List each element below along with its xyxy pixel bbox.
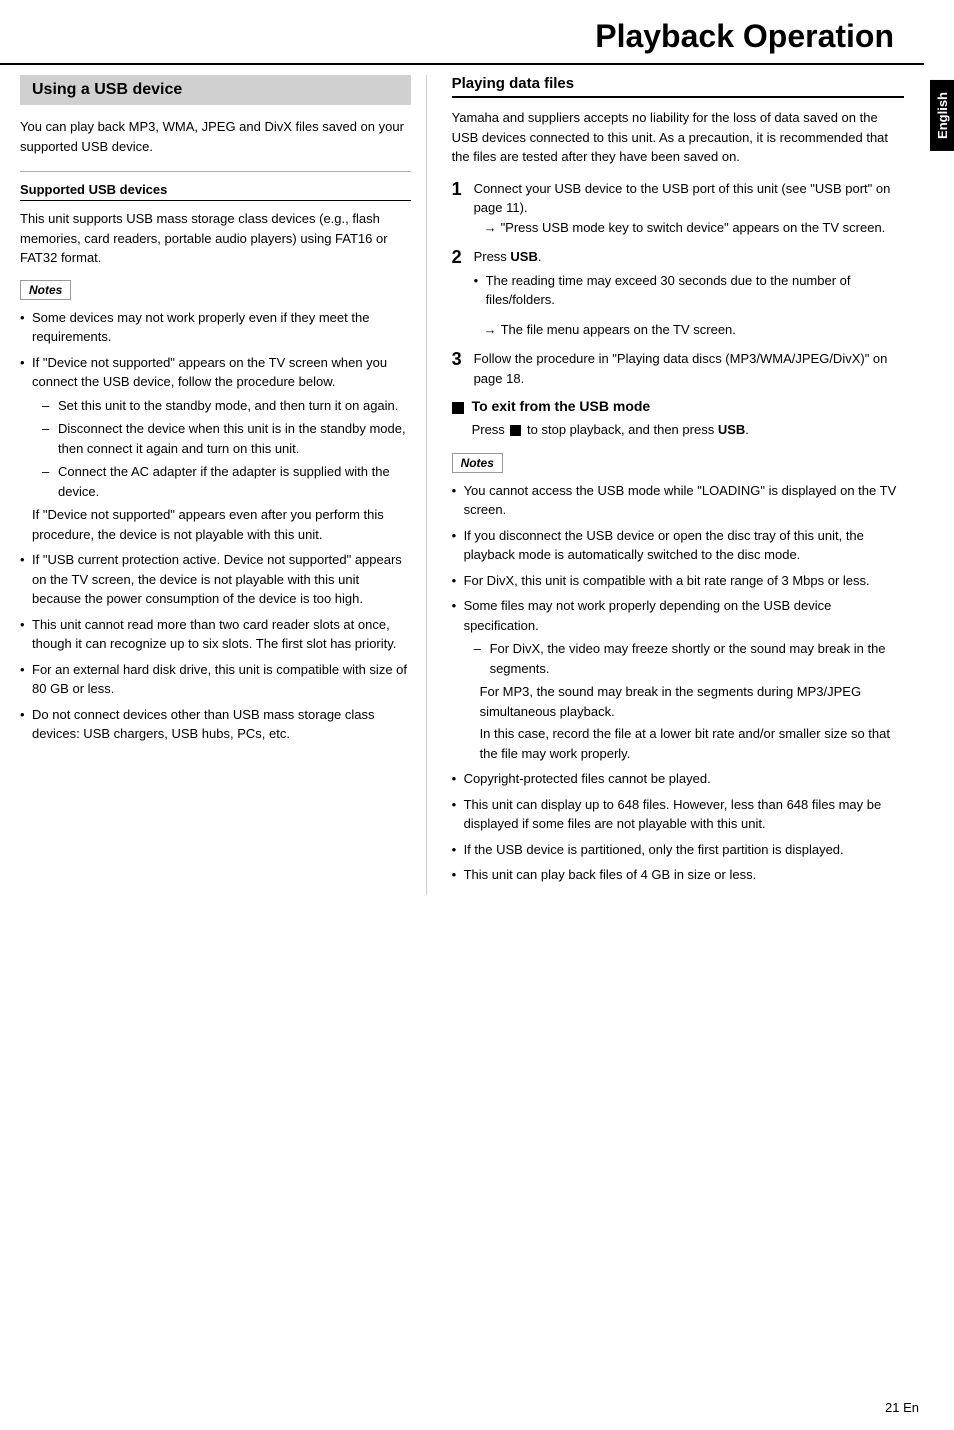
list-item: Disconnect the device when this unit is …	[42, 419, 411, 458]
list-item: For DivX, the video may freeze shortly o…	[474, 639, 904, 678]
list-item: This unit can display up to 648 files. H…	[452, 795, 904, 834]
step-number-3: 3	[452, 349, 474, 371]
page-title: Playback Operation	[595, 18, 894, 54]
page-header: Playback Operation	[0, 0, 924, 65]
english-tab: English	[930, 80, 954, 151]
list-item: In this case, record the file at a lower…	[480, 724, 904, 763]
list-item: Some files may not work properly dependi…	[452, 596, 904, 763]
sub-list: Set this unit to the standby mode, and t…	[42, 396, 411, 502]
list-item: If "USB current protection active. Devic…	[20, 550, 411, 609]
playing-intro: Yamaha and suppliers accepts no liabilit…	[452, 108, 904, 167]
list-item: If the USB device is partitioned, only t…	[452, 840, 904, 860]
stop-icon	[510, 425, 521, 436]
note-extra: If "Device not supported" appears even a…	[32, 507, 384, 542]
divider	[20, 171, 411, 172]
step-3-content: Follow the procedure in "Playing data di…	[474, 349, 904, 388]
list-item: You cannot access the USB mode while "LO…	[452, 481, 904, 520]
step-1-arrow: "Press USB mode key to switch device" ap…	[474, 218, 904, 238]
left-column: Using a USB device You can play back MP3…	[20, 75, 427, 895]
exit-body: Press to stop playback, and then press U…	[472, 420, 904, 441]
list-item: This unit cannot read more than two card…	[20, 615, 411, 654]
left-notes-list: Some devices may not work properly even …	[20, 308, 411, 744]
list-item: The reading time may exceed 30 seconds d…	[474, 271, 904, 310]
page-number: 21 En	[885, 1400, 919, 1415]
playing-title: Playing data files	[452, 75, 904, 98]
supported-title: Supported USB devices	[20, 182, 411, 201]
list-item: Do not connect devices other than USB ma…	[20, 705, 411, 744]
list-item: Set this unit to the standby mode, and t…	[42, 396, 411, 416]
notes-label: Notes	[20, 280, 71, 300]
step-3: 3 Follow the procedure in "Playing data …	[452, 349, 904, 388]
supported-body: This unit supports USB mass storage clas…	[20, 209, 411, 268]
notes2-label: Notes	[452, 453, 503, 473]
list-item: For MP3, the sound may break in the segm…	[480, 682, 904, 721]
step-number-1: 1	[452, 179, 474, 201]
right-notes-list: You cannot access the USB mode while "LO…	[452, 481, 904, 885]
exit-title: To exit from the USB mode	[472, 398, 651, 414]
step-2-arrow: The file menu appears on the TV screen.	[474, 320, 904, 340]
usb-intro: You can play back MP3, WMA, JPEG and Div…	[20, 117, 411, 156]
list-item: For DivX, this unit is compatible with a…	[452, 571, 904, 591]
right-column: Playing data files Yamaha and suppliers …	[447, 75, 924, 895]
list-item: Some devices may not work properly even …	[20, 308, 411, 347]
content-area: Using a USB device You can play back MP3…	[0, 65, 954, 915]
exit-section-header: To exit from the USB mode	[452, 398, 904, 414]
step-1-content: Connect your USB device to the USB port …	[474, 179, 904, 238]
list-item: For an external hard disk drive, this un…	[20, 660, 411, 699]
step-2: 2 Press USB. The reading time may exceed…	[452, 247, 904, 339]
sub-list: For DivX, the video may freeze shortly o…	[474, 639, 904, 678]
list-item: Copyright-protected files cannot be play…	[452, 769, 904, 789]
list-item: This unit can play back files of 4 GB in…	[452, 865, 904, 885]
step-2-bullets: The reading time may exceed 30 seconds d…	[474, 271, 904, 310]
black-square-icon	[452, 402, 464, 414]
step-2-content: Press USB. The reading time may exceed 3…	[474, 247, 904, 339]
page-container: Playback Operation English Using a USB d…	[0, 0, 954, 1430]
usb-section-title: Using a USB device	[20, 75, 411, 105]
list-item: If "Device not supported" appears on the…	[20, 353, 411, 545]
sub-sub-list: For MP3, the sound may break in the segm…	[480, 682, 904, 763]
list-item: Connect the AC adapter if the adapter is…	[42, 462, 411, 501]
list-item: If you disconnect the USB device or open…	[452, 526, 904, 565]
step-number-2: 2	[452, 247, 474, 269]
step-1: 1 Connect your USB device to the USB por…	[452, 179, 904, 238]
